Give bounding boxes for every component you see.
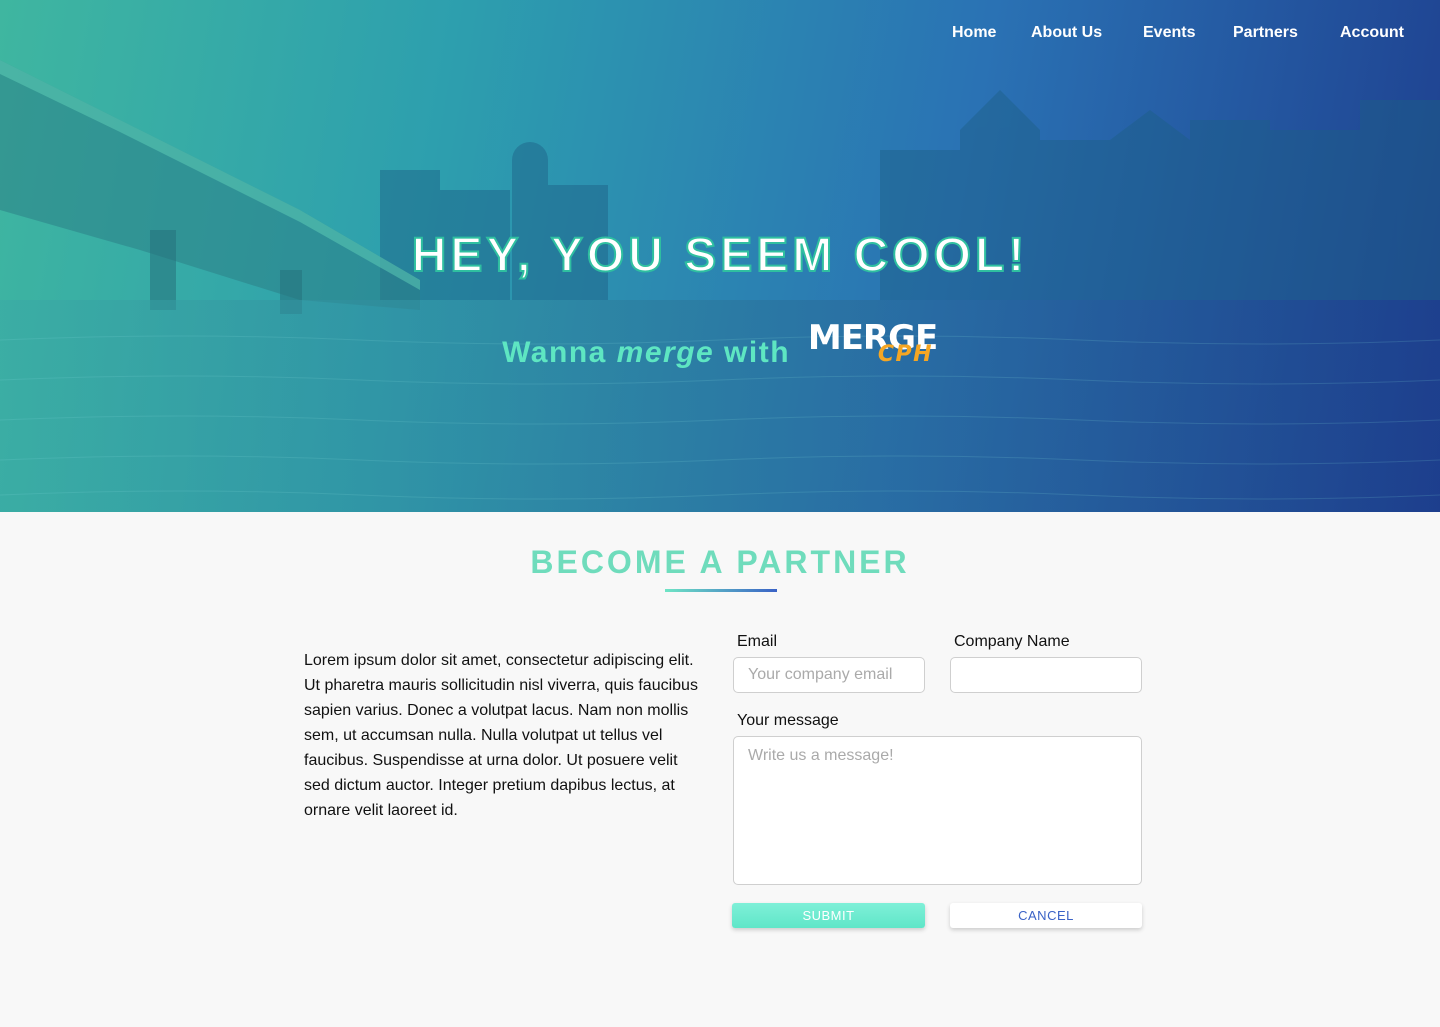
partner-description: Lorem ipsum dolor sit amet, consectetur … — [304, 652, 698, 819]
tagline-text-emphasis: merge — [616, 336, 715, 369]
tagline-text-post: with — [714, 336, 800, 369]
tagline-text-pre: Wanna — [502, 336, 617, 369]
nav-home[interactable]: Home — [952, 24, 996, 42]
submit-button[interactable]: SUBMIT — [732, 903, 925, 928]
company-name-label: Company Name — [954, 633, 1070, 650]
nav-about-us[interactable]: About Us — [1031, 24, 1102, 42]
hero-title: HEY, YOU SEEM COOL! — [411, 228, 1029, 283]
title-underline — [665, 589, 777, 592]
merge-cph-logo: MERGE CPH — [808, 318, 938, 372]
email-input[interactable] — [733, 657, 925, 693]
logo-sub-text: CPH — [877, 342, 934, 367]
section-title: BECOME A PARTNER — [530, 544, 910, 580]
hero-tagline: Wanna merge with MERGE CPH — [0, 318, 1440, 372]
nav-partners[interactable]: Partners — [1233, 24, 1298, 42]
company-name-input[interactable] — [950, 657, 1142, 693]
message-label: Your message — [737, 712, 839, 729]
message-textarea[interactable] — [733, 736, 1142, 885]
hero-banner: Home About Us Events Partners Account HE… — [0, 0, 1440, 512]
email-label: Email — [737, 633, 778, 650]
nav-events[interactable]: Events — [1143, 24, 1195, 42]
nav-account[interactable]: Account — [1340, 24, 1404, 42]
cancel-button[interactable]: CANCEL — [950, 903, 1142, 928]
